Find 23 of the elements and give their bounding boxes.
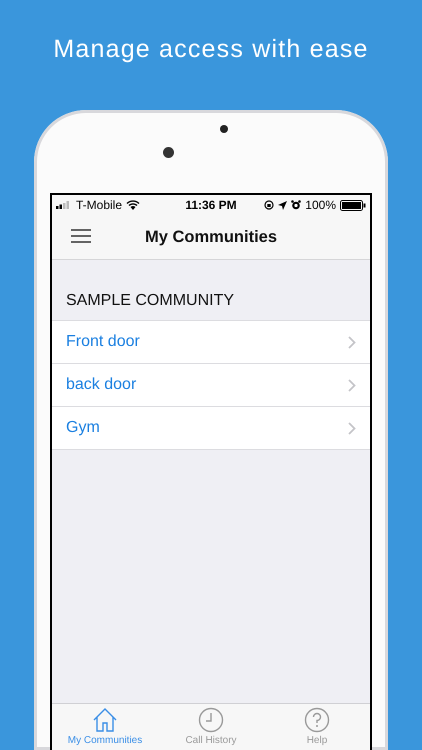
home-icon <box>92 707 118 733</box>
tab[interactable]: Help <box>264 704 370 750</box>
battery-percent: 100% <box>305 198 336 212</box>
carrier-name: T-Mobile <box>76 198 122 212</box>
signal-icon <box>56 201 72 209</box>
screen-title: My Communities <box>144 228 278 246</box>
wifi-icon <box>126 200 140 210</box>
headline: Manage access with ease <box>53 34 369 65</box>
location-icon <box>278 200 288 210</box>
clock-icon <box>198 707 224 733</box>
tab[interactable]: Call History <box>158 704 264 750</box>
status-time: 11:36 PM <box>185 198 237 212</box>
help-icon <box>304 707 330 733</box>
tab[interactable]: My Communities <box>52 704 158 750</box>
rotation-lock-icon <box>264 200 274 210</box>
battery-icon <box>340 200 366 210</box>
section-header: SAMPLE COMMUNITY <box>65 291 236 311</box>
camera-icon <box>163 147 174 158</box>
chevron-icon <box>348 336 356 348</box>
alarm-icon <box>291 200 302 210</box>
chevron-icon <box>348 422 356 434</box>
menu-button[interactable] <box>69 227 93 245</box>
chevron-icon <box>348 378 356 392</box>
